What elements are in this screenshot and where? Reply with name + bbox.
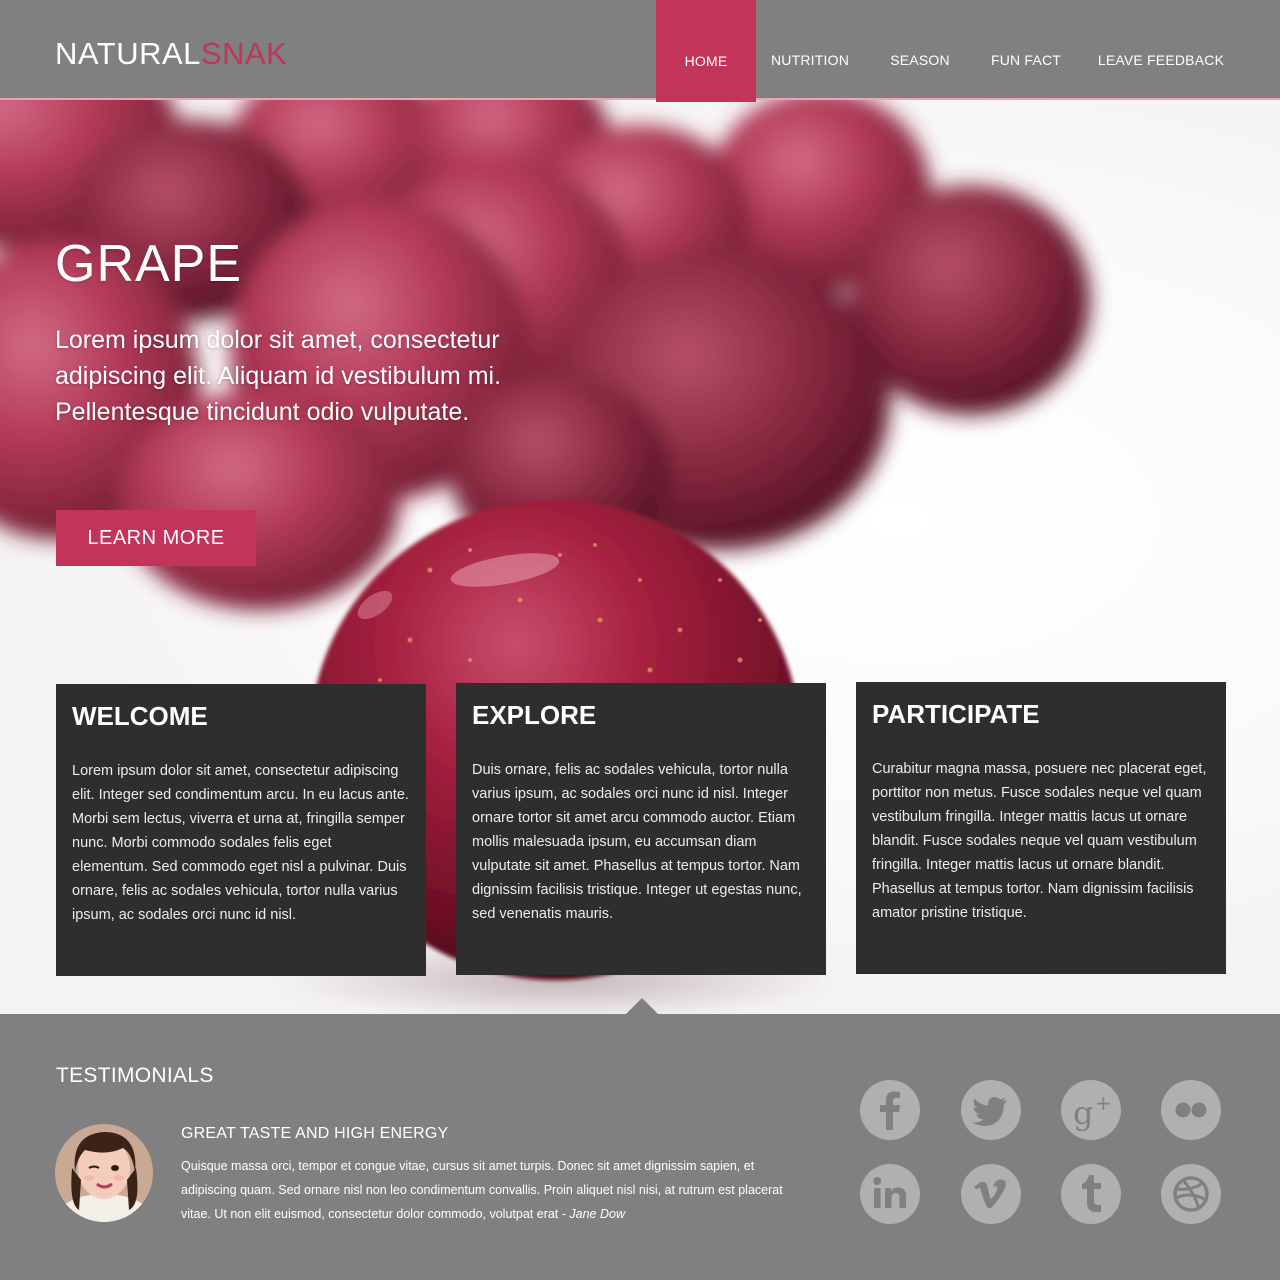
card-body: Lorem ipsum dolor sit amet, consectetur … <box>72 763 409 923</box>
card-title: WELCOME <box>72 701 208 731</box>
nav-nutrition[interactable]: NUTRITION <box>762 0 858 100</box>
nav-home[interactable]: HOME <box>656 0 756 102</box>
footer-testimonials: TESTIMONIALS GREAT TASTE AND HIGH ENERGY… <box>0 998 1280 1280</box>
testimonials-heading: TESTIMONIALS <box>56 1064 214 1087</box>
svg-text:g: g <box>1073 1094 1093 1132</box>
learn-more-button[interactable]: LEARN MORE <box>56 510 256 566</box>
card-title: PARTICIPATE <box>872 699 1040 729</box>
testimonial-quote: Quisque massa orci, tempor et congue vit… <box>181 1154 811 1226</box>
google-plus-icon[interactable]: g + <box>1061 1080 1121 1140</box>
tumblr-icon[interactable] <box>1061 1164 1121 1224</box>
dribbble-icon[interactable] <box>1161 1164 1221 1224</box>
hero-description: Lorem ipsum dolor sit amet, consectetur … <box>55 326 502 426</box>
logo-text-accent: SNAK <box>200 36 288 71</box>
card-title: EXPLORE <box>472 700 597 730</box>
testimonial-title: GREAT TASTE AND HIGH ENERGY <box>181 1125 449 1142</box>
card-body: Duis ornare, felis ac sodales vehicula, … <box>472 762 802 922</box>
testimonial-author: Jane Dow <box>569 1207 625 1221</box>
nav-season[interactable]: SEASON <box>880 0 960 100</box>
card-body: Curabitur magna massa, posuere nec place… <box>872 761 1207 921</box>
nav-fun-fact[interactable]: FUN FACT <box>982 0 1070 100</box>
flickr-icon[interactable] <box>1161 1080 1221 1140</box>
card-welcome: WELCOME Lorem ipsum dolor sit amet, cons… <box>56 684 426 976</box>
hero-title: GRAPE <box>55 235 243 293</box>
section-pointer <box>626 998 658 1014</box>
vimeo-icon[interactable] <box>961 1164 1021 1224</box>
facebook-icon[interactable] <box>860 1080 920 1140</box>
twitter-icon[interactable] <box>961 1080 1021 1140</box>
site-header: NATURALSNAK HOME NUTRITION SEASON FUN FA… <box>0 0 1280 102</box>
card-participate: PARTICIPATE Curabitur magna massa, posue… <box>856 682 1226 974</box>
logo-text-primary: NATURAL <box>55 36 201 71</box>
avatar <box>55 1124 153 1222</box>
testimonial-text: Quisque massa orci, tempor et congue vit… <box>181 1159 783 1221</box>
nav-leave-feedback[interactable]: LEAVE FEEDBACK <box>1094 0 1228 100</box>
card-explore: EXPLORE Duis ornare, felis ac sodales ve… <box>456 683 826 975</box>
linkedin-icon[interactable] <box>860 1164 920 1224</box>
svg-text:+: + <box>1095 1091 1112 1115</box>
site-logo[interactable]: NATURALSNAK <box>55 34 287 74</box>
